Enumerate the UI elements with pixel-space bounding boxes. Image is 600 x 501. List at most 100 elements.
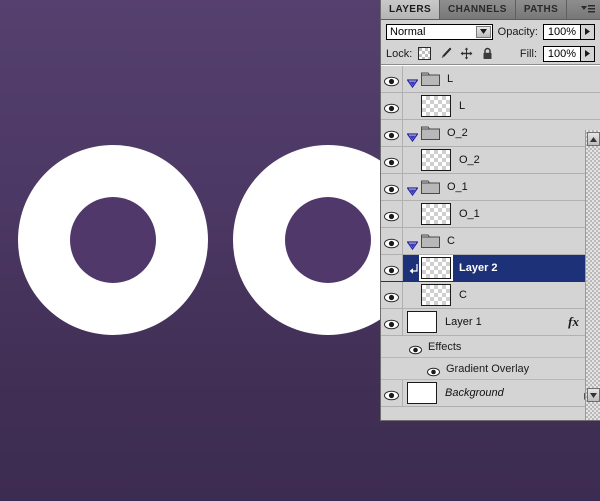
eye-icon[interactable] (384, 101, 399, 113)
visibility-toggle[interactable] (381, 228, 403, 254)
layer-list[interactable]: L L O_2 O_2 O_1 O_1 C Layer 2 C Layer 1 … (381, 65, 600, 420)
eye-icon[interactable] (384, 290, 399, 302)
layer-row-o1[interactable]: O_1 (381, 201, 600, 228)
layer-row-layer-1[interactable]: Layer 1 fx (381, 309, 600, 336)
tab-layers[interactable]: LAYERS (381, 0, 441, 19)
lock-transparent-pixels-icon[interactable] (418, 47, 432, 60)
layer-thumbnail[interactable] (407, 311, 437, 333)
layer-row-background[interactable]: Background (381, 380, 600, 407)
layer-row-content[interactable]: Layer 1 fx (403, 309, 600, 335)
photoshop-window: LAYERS CHANNELS PATHS Normal Opacity: 10… (0, 0, 600, 501)
effect-row-gradient-overlay[interactable]: Gradient Overlay (381, 358, 600, 380)
layer-row-content[interactable]: O_1 (403, 201, 600, 227)
layer-name: O_2 (447, 127, 468, 139)
panel-menu-icon[interactable] (580, 3, 596, 16)
chevron-down-icon[interactable] (475, 25, 491, 38)
chevron-down-icon[interactable] (406, 129, 419, 142)
layer-thumbnail[interactable] (407, 382, 437, 404)
eye-icon[interactable] (384, 155, 399, 167)
layer-row-content[interactable]: Layer 2 (403, 255, 600, 281)
tab-paths[interactable]: PATHS (515, 0, 568, 19)
eye-icon[interactable] (409, 342, 422, 354)
folder-icon (421, 234, 440, 248)
layer-row-content[interactable]: O_2 (403, 120, 600, 146)
layer-name: L (447, 73, 454, 85)
visibility-toggle[interactable] (381, 309, 403, 335)
layer-thumbnail[interactable] (421, 95, 451, 117)
layer-row-content[interactable]: O_1 (403, 174, 600, 200)
opacity-input[interactable]: 100% (543, 23, 581, 40)
clipping-mask-icon (409, 262, 419, 274)
lock-image-pixels-icon[interactable] (439, 47, 452, 60)
eye-icon[interactable] (384, 263, 399, 275)
blend-mode-row: Normal Opacity: 100% (381, 20, 600, 43)
layer-row-content[interactable]: L (403, 93, 600, 119)
eye-icon[interactable] (427, 364, 440, 376)
fx-icon[interactable]: fx (568, 314, 579, 330)
eye-icon[interactable] (384, 74, 399, 86)
layer-row-c[interactable]: C (381, 282, 600, 309)
blend-mode-select[interactable]: Normal (386, 23, 493, 40)
panel-tab-strip: LAYERS CHANNELS PATHS (381, 0, 600, 20)
layer-row-group-o1[interactable]: O_1 (381, 174, 600, 201)
scroll-down-arrow-icon[interactable] (587, 388, 600, 402)
lock-all-icon[interactable] (481, 47, 494, 60)
eye-icon[interactable] (384, 236, 399, 248)
folder-icon (421, 126, 440, 140)
visibility-toggle[interactable] (381, 282, 403, 308)
layer-row-content[interactable]: C (403, 282, 600, 308)
layer-row-group-o2[interactable]: O_2 (381, 120, 600, 147)
chevron-down-icon[interactable] (406, 237, 419, 250)
layer-row-l[interactable]: L (381, 93, 600, 120)
effects-group-row[interactable]: Effects (381, 336, 600, 358)
layer-row-content[interactable]: L (403, 66, 600, 92)
visibility-toggle[interactable] (381, 201, 403, 227)
fill-input[interactable]: 100% (543, 45, 581, 62)
visibility-toggle[interactable] (381, 174, 403, 200)
layer-name: L (459, 100, 466, 112)
opacity-control: 100% (543, 23, 595, 40)
opacity-label: Opacity: (497, 25, 538, 38)
chevron-down-icon[interactable] (406, 183, 419, 196)
layer-list-scrollbar[interactable] (585, 130, 600, 420)
eye-icon[interactable] (384, 128, 399, 140)
visibility-toggle[interactable] (381, 255, 403, 281)
layer-name: C (459, 289, 467, 301)
eye-icon[interactable] (384, 209, 399, 221)
fill-stepper-icon[interactable] (581, 45, 595, 62)
tab-channels-label: CHANNELS (448, 4, 507, 15)
blend-mode-value: Normal (390, 25, 426, 38)
eye-icon[interactable] (384, 182, 399, 194)
visibility-toggle[interactable] (381, 147, 403, 173)
lock-position-icon[interactable] (460, 47, 473, 60)
visibility-toggle[interactable] (381, 120, 403, 146)
tab-channels[interactable]: CHANNELS (440, 0, 516, 19)
layer-row-o2[interactable]: O_2 (381, 147, 600, 174)
layer-thumbnail[interactable] (419, 255, 453, 281)
lock-buttons (418, 47, 494, 60)
layer-row-content[interactable]: Background (403, 380, 600, 406)
layer-row-group-c[interactable]: C (381, 228, 600, 255)
lock-row: Lock: Fill: 100% (381, 43, 600, 65)
eye-icon[interactable] (384, 388, 399, 400)
layer-name: C (447, 235, 455, 247)
ring-hole-right (285, 197, 371, 283)
scroll-up-arrow-icon[interactable] (587, 132, 600, 146)
fill-control: 100% (543, 45, 595, 62)
visibility-toggle[interactable] (381, 66, 403, 92)
layer-row-content[interactable]: O_2 (403, 147, 600, 173)
layer-thumbnail[interactable] (421, 149, 451, 171)
layer-thumbnail[interactable] (421, 284, 451, 306)
layer-row-content[interactable]: C (403, 228, 600, 254)
layer-name: O_1 (459, 208, 480, 220)
chevron-down-icon[interactable] (406, 75, 419, 88)
opacity-stepper-icon[interactable] (581, 23, 595, 40)
visibility-toggle[interactable] (381, 380, 403, 406)
layer-row-layer-2[interactable]: Layer 2 (381, 255, 600, 282)
eye-icon[interactable] (384, 317, 399, 329)
visibility-toggle[interactable] (381, 93, 403, 119)
ring-shape-left (18, 145, 208, 335)
folder-icon (421, 180, 440, 194)
layer-row-group-l[interactable]: L (381, 66, 600, 93)
layer-thumbnail[interactable] (421, 203, 451, 225)
